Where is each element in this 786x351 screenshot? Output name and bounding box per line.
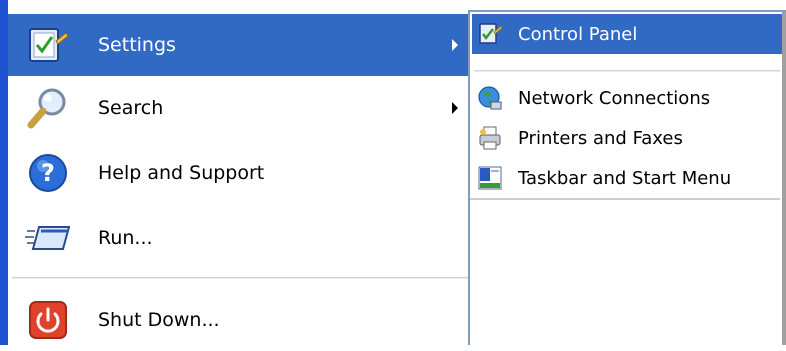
menu-item-search-label: Search	[98, 97, 164, 119]
settings-checklist-icon	[22, 19, 74, 71]
submenu-arrow-icon	[452, 39, 458, 51]
taskbar-icon	[476, 164, 504, 192]
submenu-item-network-label: Network Connections	[518, 87, 711, 109]
submenu-arrow-icon	[452, 102, 458, 114]
menu-item-search[interactable]: Search	[8, 77, 470, 139]
start-menu-left-edge	[0, 0, 8, 345]
menu-item-shutdown[interactable]: Shut Down...	[8, 289, 470, 351]
power-icon	[22, 294, 74, 346]
menu-item-run-label: Run...	[98, 227, 153, 249]
submenu-separator	[474, 70, 780, 72]
menu-separator	[12, 277, 468, 279]
start-menu: Settings Search ? Help and Support Run..…	[0, 0, 470, 345]
submenu-bottom-border	[470, 198, 780, 200]
submenu-item-control-panel-label: Control Panel	[518, 23, 638, 45]
menu-item-settings[interactable]: Settings	[8, 14, 470, 76]
submenu-item-taskbar[interactable]: Taskbar and Start Menu	[472, 158, 782, 198]
magnifier-icon	[22, 82, 74, 134]
menu-item-run[interactable]: Run...	[8, 207, 470, 269]
printer-icon	[476, 124, 504, 152]
submenu-item-printers-label: Printers and Faxes	[518, 127, 683, 149]
control-panel-icon	[476, 20, 504, 48]
network-globe-icon	[476, 84, 504, 112]
menu-item-shutdown-label: Shut Down...	[98, 309, 220, 331]
run-window-icon	[22, 212, 74, 264]
menu-item-settings-label: Settings	[98, 34, 176, 56]
menu-item-help[interactable]: ? Help and Support	[8, 142, 470, 204]
submenu-shadow-edge	[782, 12, 786, 345]
menu-item-help-label: Help and Support	[98, 162, 265, 184]
submenu-item-network[interactable]: Network Connections	[472, 78, 782, 118]
settings-submenu: Control Panel Network Connections Printe…	[468, 10, 786, 345]
submenu-item-control-panel[interactable]: Control Panel	[472, 14, 782, 54]
submenu-item-printers[interactable]: Printers and Faxes	[472, 118, 782, 158]
submenu-item-taskbar-label: Taskbar and Start Menu	[518, 167, 732, 189]
help-question-icon: ?	[22, 147, 74, 199]
svg-text:?: ?	[41, 159, 55, 187]
